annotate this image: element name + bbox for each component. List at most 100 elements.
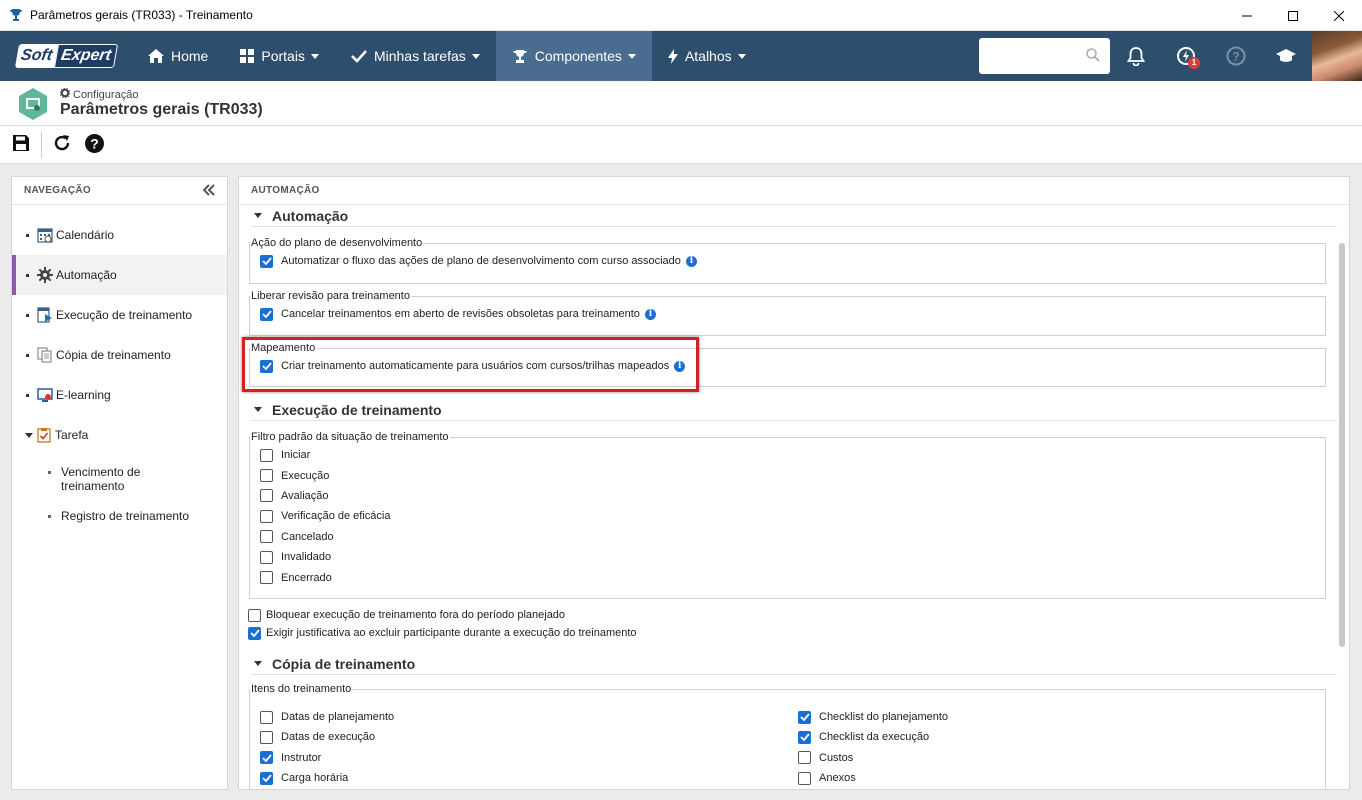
checkbox-unchecked[interactable] (260, 469, 273, 483)
sidebar-item-execucao-de-treinamento[interactable]: Execução de treinamento (12, 295, 227, 335)
item-instrutor[interactable]: Instrutor (260, 748, 394, 768)
option-bloquear-execucao[interactable]: Bloquear execução de treinamento fora do… (248, 606, 565, 624)
calendar-icon (37, 227, 53, 243)
section-automacao-header[interactable]: Automação (251, 205, 1337, 227)
nav-minhas-tarefas[interactable]: Minhas tarefas (335, 31, 496, 81)
search-icon[interactable] (1086, 48, 1100, 65)
nav-componentes[interactable]: Componentes (495, 31, 652, 81)
sidebar-subitem-label: Vencimento de treinamento (61, 465, 141, 493)
info-icon[interactable]: i (644, 308, 656, 320)
sidebar-item-copia-de-treinamento[interactable]: Cópia de treinamento (12, 335, 227, 375)
nav-home-label: Home (171, 48, 209, 64)
trophy-icon (8, 7, 24, 23)
checkbox-checked[interactable] (260, 307, 273, 321)
checkbox-unchecked[interactable] (798, 771, 811, 785)
gear-icon (37, 267, 53, 283)
checkbox-unchecked[interactable] (260, 710, 273, 724)
item-datas-execucao[interactable]: Datas de execução (260, 727, 394, 747)
status-bar (0, 791, 1362, 800)
refresh-button[interactable] (46, 129, 78, 161)
close-icon[interactable] (1316, 0, 1362, 31)
maximize-icon[interactable] (1270, 0, 1316, 31)
bullet (26, 393, 29, 397)
nav-atalhos[interactable]: Atalhos (652, 31, 762, 81)
checkbox-unchecked[interactable] (248, 608, 261, 622)
checkbox-checked[interactable] (798, 710, 811, 724)
toolbar: ? (0, 126, 1362, 164)
help-icon[interactable]: ? (1216, 31, 1256, 81)
nav-portais-label: Portais (261, 48, 305, 64)
info-icon[interactable]: i (685, 255, 697, 267)
minimize-icon[interactable] (1224, 0, 1270, 31)
sidebar-item-label: Execução de treinamento (56, 308, 193, 322)
checkbox-unchecked[interactable] (260, 550, 273, 564)
option-label: Anexos (819, 772, 856, 785)
sidebar-subitem-label: Registro de treinamento (61, 509, 190, 523)
softexpert-logo[interactable]: Soft Expert (0, 31, 132, 81)
caret-down-icon (254, 213, 262, 218)
avatar[interactable] (1312, 31, 1362, 81)
breadcrumb[interactable]: Configuração (59, 87, 138, 101)
item-next-partial[interactable] (798, 788, 948, 789)
chevron-down-icon (471, 53, 480, 59)
workflow-notification-icon[interactable]: 1 (1166, 31, 1206, 81)
checkbox-unchecked[interactable] (260, 571, 273, 585)
option-label: Execução (281, 469, 330, 482)
checkbox-unchecked[interactable] (798, 751, 811, 765)
help-button[interactable]: ? (78, 129, 110, 161)
checkbox-unchecked[interactable] (260, 448, 273, 462)
filter-iniciar[interactable]: Iniciar (260, 445, 1325, 465)
bell-icon[interactable] (1116, 31, 1156, 81)
option-label: Datas de execução (281, 731, 376, 744)
item-custos[interactable]: Custos (798, 748, 948, 768)
window-titlebar: Parâmetros gerais (TR033) - Treinamento (0, 0, 1362, 31)
training-execution-icon (37, 307, 53, 323)
checkbox-checked[interactable] (798, 730, 811, 744)
save-button[interactable] (5, 129, 37, 161)
sidebar-subitem-registro-de-treinamento[interactable]: Registro de treinamento (12, 509, 227, 523)
section-execucao-header[interactable]: Execução de treinamento (251, 399, 1337, 421)
filter-encerrado[interactable]: Encerrado (260, 567, 1325, 587)
section-copia-header[interactable]: Cópia de treinamento (251, 653, 1337, 675)
refresh-icon (53, 134, 71, 155)
vertical-scrollbar[interactable] (1339, 243, 1345, 647)
option-exigir-justificativa[interactable]: Exigir justificativa ao excluir particip… (248, 624, 637, 642)
filter-verificacao-eficacia[interactable]: Verificação de eficácia (260, 506, 1325, 526)
nav-portais[interactable]: Portais (224, 31, 335, 81)
item-carga-horaria[interactable]: Carga horária (260, 768, 394, 788)
sidebar-item-automacao[interactable]: Automação (12, 255, 227, 295)
copy-icon (37, 347, 53, 363)
sidebar-subitem-vencimento-de-treinamento[interactable]: Vencimento de treinamento (12, 465, 227, 493)
checkbox-unchecked[interactable] (260, 489, 273, 503)
filter-avaliacao[interactable]: Avaliação (260, 486, 1325, 506)
sidebar-item-e-learning[interactable]: E-learning (12, 375, 227, 415)
checkbox-checked[interactable] (260, 751, 273, 765)
option-automatizar-fluxo[interactable]: Automatizar o fluxo das ações de plano d… (260, 251, 1325, 271)
logo-expert-text: Expert (53, 44, 118, 68)
caret-down-icon[interactable] (25, 432, 33, 438)
checkbox-unchecked[interactable] (260, 730, 273, 744)
filter-cancelado[interactable]: Cancelado (260, 527, 1325, 547)
filter-invalidado[interactable]: Invalidado (260, 547, 1325, 567)
nav-home[interactable]: Home (132, 31, 224, 81)
sidebar-item-tarefa[interactable]: Tarefa (12, 415, 227, 455)
option-cancelar-treinamentos[interactable]: Cancelar treinamentos em aberto de revis… (260, 304, 1325, 324)
item-next-partial[interactable] (260, 788, 394, 789)
filter-execucao[interactable]: Execução (260, 465, 1325, 485)
search-box (979, 38, 1110, 74)
item-datas-planejamento[interactable]: Datas de planejamento (260, 707, 394, 727)
elearning-icon (37, 387, 53, 403)
item-checklist-planejamento[interactable]: Checklist do planejamento (798, 707, 948, 727)
double-chevron-left-icon[interactable] (202, 184, 215, 199)
checkbox-checked[interactable] (260, 771, 273, 785)
item-anexos[interactable]: Anexos (798, 768, 948, 788)
sidebar-item-calendario[interactable]: Calendário (12, 215, 227, 255)
graduation-cap-icon[interactable] (1266, 31, 1306, 81)
checkbox-unchecked[interactable] (260, 509, 273, 523)
nav-minhas-tarefas-label: Minhas tarefas (373, 48, 466, 64)
item-checklist-execucao[interactable]: Checklist da execução (798, 727, 948, 747)
checkbox-checked[interactable] (248, 626, 261, 640)
checkbox-unchecked[interactable] (260, 530, 273, 544)
checkbox-checked[interactable] (260, 254, 273, 268)
search-input[interactable] (979, 38, 1079, 72)
